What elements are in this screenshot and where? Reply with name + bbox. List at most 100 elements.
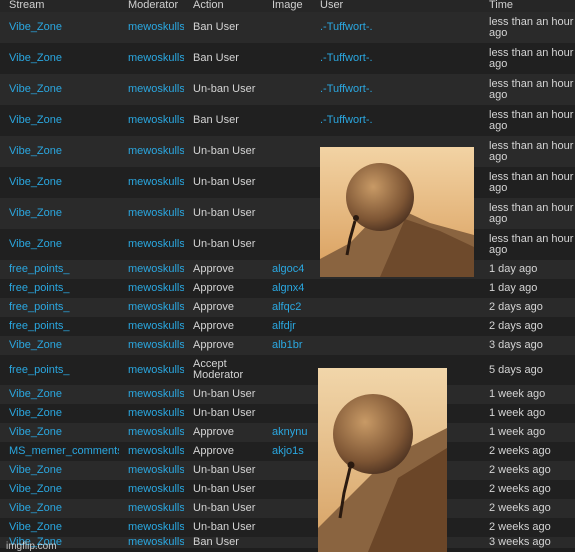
image-link[interactable]: alfqc2 [263,298,311,317]
image-link[interactable] [263,461,311,480]
user-link[interactable] [311,279,480,298]
table-row: free_points_ mewoskulls Approve alfqc2 2… [0,298,575,317]
moderator-link[interactable]: mewoskulls [119,43,184,74]
image-link[interactable] [263,480,311,499]
moderator-link[interactable]: mewoskulls [119,279,184,298]
stream-link[interactable]: MS_memer_comments [0,442,119,461]
action-text: Accept Moderator [193,358,244,381]
stream-link[interactable]: Vibe_Zone [0,74,119,105]
image-link[interactable] [263,499,311,518]
moderator-link[interactable]: mewoskulls [119,355,184,385]
boulder-climber-image[interactable] [320,147,474,277]
image-link[interactable] [263,385,311,404]
stream-link[interactable]: Vibe_Zone [0,404,119,423]
moderator-link[interactable]: mewoskulls [119,442,184,461]
time-text: less than an hour ago [489,77,574,101]
stream-link[interactable]: Vibe_Zone [0,385,119,404]
boulder-climber-image[interactable] [318,368,447,552]
action-text: Approve [193,282,234,294]
moderator-link[interactable]: mewoskulls [119,260,184,279]
image-link[interactable] [263,518,311,537]
user-link[interactable]: .-Tuffwort-. [311,12,480,43]
user-link[interactable] [311,317,480,336]
stream-link[interactable]: free_points_ [0,260,119,279]
stream-link[interactable]: Vibe_Zone [0,518,119,537]
action-text: Ban User [193,114,239,126]
table-row: Vibe_Zone mewoskulls Un-ban User less th… [0,167,575,198]
image-link[interactable]: algnx4 [263,279,311,298]
action-text: Ban User [193,537,239,548]
stream-link[interactable]: Vibe_Zone [0,336,119,355]
stream-link[interactable]: free_points_ [0,317,119,336]
image-link[interactable] [263,105,311,136]
moderator-link[interactable]: mewoskulls [119,12,184,43]
image-link[interactable] [263,136,311,167]
action-text: Un-ban User [193,388,256,400]
time-text: 2 weeks ago [489,483,551,495]
image-link[interactable] [263,229,311,260]
image-link[interactable] [263,198,311,229]
moderator-link[interactable]: mewoskulls [119,423,184,442]
stream-link[interactable]: Vibe_Zone [0,461,119,480]
time-text: less than an hour ago [489,139,574,163]
image-link[interactable] [263,12,311,43]
moderator-link[interactable]: mewoskulls [119,499,184,518]
header-action: Action [193,0,224,11]
stream-link[interactable]: Vibe_Zone [0,499,119,518]
action-text: Approve [193,320,234,332]
moderator-link[interactable]: mewoskulls [119,136,184,167]
user-link[interactable]: .-Tuffwort-. [311,74,480,105]
moderator-link[interactable]: mewoskulls [119,385,184,404]
time-text: less than an hour ago [489,201,574,225]
stream-link[interactable]: Vibe_Zone [0,105,119,136]
stream-link[interactable]: Vibe_Zone [0,167,119,198]
image-link[interactable]: akjo1s [263,442,311,461]
stream-link[interactable]: Vibe_Zone [0,229,119,260]
moderator-link[interactable]: mewoskulls [119,518,184,537]
time-text: less than an hour ago [489,170,574,194]
image-link[interactable]: algoc4 [263,260,311,279]
image-link[interactable] [263,167,311,198]
image-link[interactable] [263,43,311,74]
moderator-link[interactable]: mewoskulls [119,537,184,548]
table-row: Vibe_Zone mewoskulls Ban User 3 weeks ag… [0,537,575,548]
action-text: Un-ban User [193,521,256,533]
time-text: 1 day ago [489,263,538,275]
moderator-link[interactable]: mewoskulls [119,229,184,260]
image-link[interactable] [263,404,311,423]
time-text: 1 week ago [489,426,546,438]
moderator-link[interactable]: mewoskulls [119,336,184,355]
moderator-link[interactable]: mewoskulls [119,480,184,499]
moderator-link[interactable]: mewoskulls [119,198,184,229]
image-link[interactable] [263,74,311,105]
stream-link[interactable]: Vibe_Zone [0,43,119,74]
time-text: 2 weeks ago [489,464,551,476]
moderator-link[interactable]: mewoskulls [119,317,184,336]
user-link[interactable] [311,298,480,317]
moderator-link[interactable]: mewoskulls [119,167,184,198]
stream-link[interactable]: free_points_ [0,355,119,385]
action-text: Un-ban User [193,464,256,476]
stream-link[interactable]: free_points_ [0,298,119,317]
moderator-link[interactable]: mewoskulls [119,298,184,317]
moderator-link[interactable]: mewoskulls [119,404,184,423]
user-link[interactable]: .-Tuffwort-. [311,43,480,74]
table-row: Vibe_Zone mewoskulls Un-ban User 1 week … [0,404,575,423]
image-link[interactable] [263,537,311,548]
stream-link[interactable]: Vibe_Zone [0,198,119,229]
image-link[interactable] [263,355,311,385]
image-link[interactable]: alfdjr [263,317,311,336]
user-link[interactable]: .-Tuffwort-. [311,105,480,136]
moderator-link[interactable]: mewoskulls [119,461,184,480]
stream-link[interactable]: Vibe_Zone [0,12,119,43]
image-link[interactable]: aknynu [263,423,311,442]
time-text: 3 weeks ago [489,537,551,548]
stream-link[interactable]: Vibe_Zone [0,136,119,167]
moderator-link[interactable]: mewoskulls [119,105,184,136]
stream-link[interactable]: free_points_ [0,279,119,298]
stream-link[interactable]: Vibe_Zone [0,480,119,499]
image-link[interactable]: alb1br [263,336,311,355]
moderator-link[interactable]: mewoskulls [119,74,184,105]
stream-link[interactable]: Vibe_Zone [0,423,119,442]
user-link[interactable] [311,336,480,355]
